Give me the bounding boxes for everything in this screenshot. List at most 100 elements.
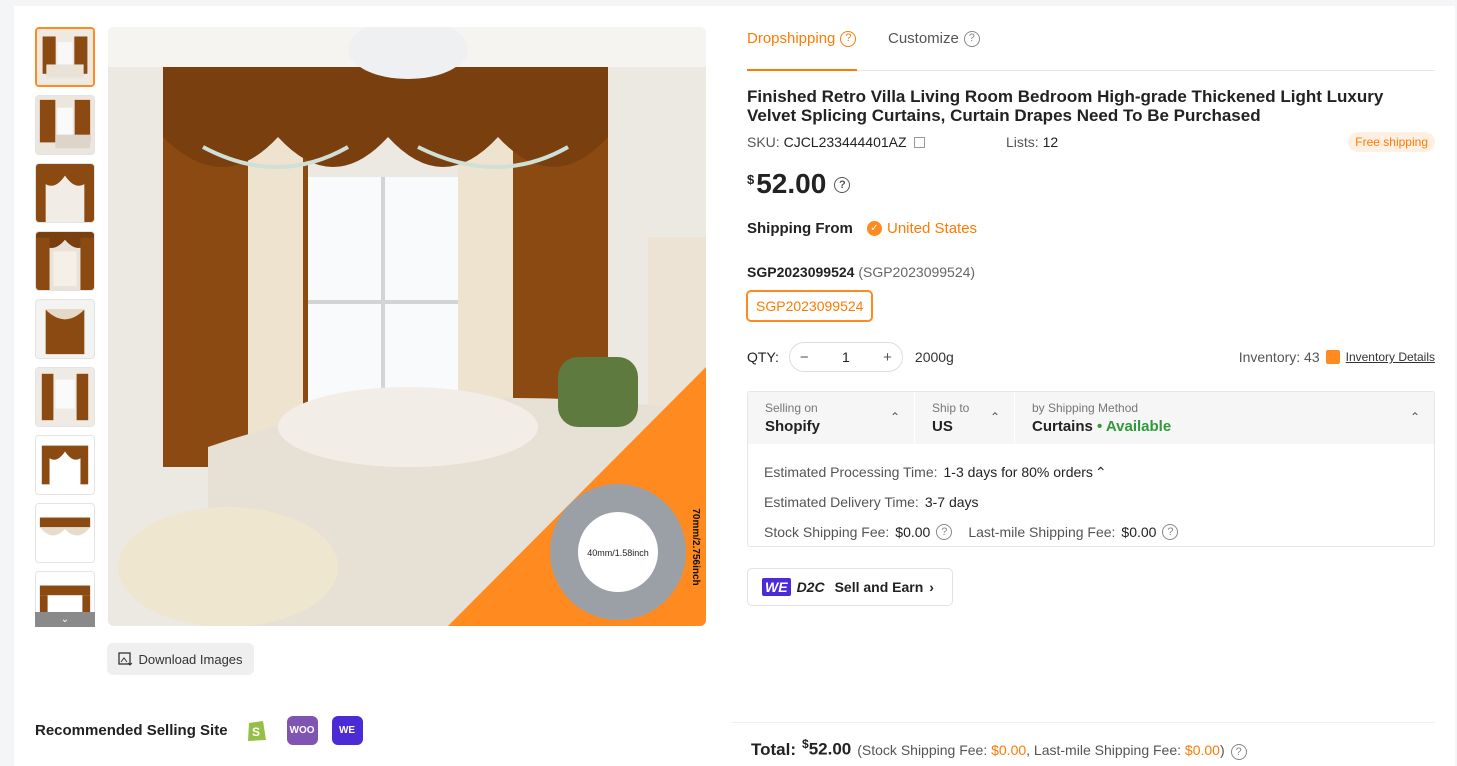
ring-outer-label: 70mm/2.756inch [690,508,701,585]
we-d2c-label: WE [338,724,356,736]
total-label: Total: [751,739,797,759]
variant-name: SGP2023099524 [747,264,855,280]
thumbnail-3[interactable] [35,163,95,223]
thumbnail-5[interactable] [35,299,95,359]
shopify-icon[interactable]: S [241,715,273,745]
chevron-right-icon: › [929,579,934,595]
processing-time-value: 1-3 days for 80% orders [943,464,1093,480]
total-fee-suffix: ) [1219,741,1225,758]
total-fee-mid: , Last-mile Shipping Fee: [1026,741,1182,758]
chevron-down-icon[interactable]: ⌄ [35,612,95,627]
sku-row: SKU: CJCL233444401AZ Lists: 12 Free ship… [747,132,1435,154]
processing-time-label: Estimated Processing Time: [764,464,938,480]
tab-active-indicator [747,69,857,71]
ring-inner-label: 40mm/1.58inch [587,548,649,558]
help-icon[interactable]: ? [936,524,953,540]
we-logo: WE [762,578,791,596]
variant-label: SGP2023099524 (SGP2023099524) [747,264,975,280]
price-currency: $ [747,172,755,187]
delivery-time-value: 3-7 days [924,494,979,510]
thumbnail-1[interactable] [35,27,95,87]
shipping-box: Selling on Shopify ⌃ Ship to US ⌃ by Shi… [747,391,1435,547]
stock-fee-value: $0.00 [895,524,931,540]
lists-value: 12 [1042,134,1059,150]
inventory: Inventory: 43 Inventory Details [1239,349,1435,365]
woocommerce-label: WOO [289,724,315,736]
thumbnail-6[interactable] [35,367,95,427]
weight-value: 2000g [914,349,954,365]
ship-to-select[interactable]: Ship to US ⌃ [915,392,1015,444]
lists-label: Lists: [1006,134,1039,150]
help-icon[interactable]: ? [963,30,980,47]
help-icon[interactable]: ? [1162,524,1179,540]
variant-name-paren: (SGP2023099524) [858,264,976,280]
help-icon[interactable]: ? [840,30,857,47]
download-images-label: Download Images [138,651,243,667]
total-stock-fee: $0.00 [991,741,1027,758]
thumbnail-4[interactable] [35,231,95,291]
chevron-up-icon: ⌃ [889,410,900,424]
tab-bar: Dropshipping ? Customize ? [747,20,1435,71]
decrement-button[interactable]: − [800,349,809,366]
sku-label: SKU: [747,134,780,150]
quantity-row: QTY: − 1 + 2000g Inventory: 43 Inventory… [747,342,1435,372]
we-d2c-icon[interactable]: WE [331,715,363,745]
thumbnail-8[interactable] [35,503,95,563]
last-mile-fee-value: $0.00 [1121,524,1157,540]
chevron-up-icon: ⌃ [1409,410,1420,424]
download-image-icon [118,652,133,666]
chevron-up-icon: ⌃ [989,410,1000,424]
stock-fee-label: Stock Shipping Fee: [764,524,890,540]
price: $ 52.00 ? [747,168,851,200]
shipping-from-value[interactable]: United States [887,220,977,237]
price-value: 52.00 [756,168,827,199]
chevron-up-icon[interactable]: ⌃ [1095,464,1107,481]
free-shipping-badge: Free shipping [1348,132,1435,152]
recommended-sites: Recommended Selling Site S WOO WE [35,715,363,745]
shipping-selectors: Selling on Shopify ⌃ Ship to US ⌃ by Shi… [748,392,1434,444]
sell-and-earn-button[interactable]: WE D2C Sell and Earn › [747,568,953,606]
download-images-button[interactable]: Download Images [107,643,254,675]
product-title: Finished Retro Villa Living Room Bedroom… [747,87,1384,125]
increment-button[interactable]: + [883,349,892,366]
inventory-label: Inventory: 43 [1238,349,1320,365]
inventory-details-link[interactable]: Inventory Details [1346,350,1435,364]
d2c-logo: D2C [796,579,825,595]
price-help-icon[interactable]: ? [834,177,851,193]
check-icon: ✓ [867,221,882,236]
tab-customize-label: Customize [888,30,959,47]
thumbnail-2[interactable] [35,95,95,155]
total-currency: $ [802,737,809,751]
tab-dropshipping[interactable]: Dropshipping ? [747,30,857,47]
shipping-from: Shipping From ✓ United States [747,220,977,237]
box-icon [1325,350,1340,364]
total-row: Total: $52.00 (Stock Shipping Fee: $0.00… [731,722,1435,761]
delivery-time-label: Estimated Delivery Time: [764,494,919,510]
thumbnail-7[interactable] [35,435,95,495]
svg-text:S: S [252,725,260,739]
copy-icon[interactable] [914,137,926,148]
sell-and-earn-label: Sell and Earn [834,579,924,595]
shipping-details: Estimated Processing Time: 1-3 days for … [748,444,1434,560]
tab-customize[interactable]: Customize ? [888,30,980,47]
total-fee-prefix: (Stock Shipping Fee: [857,741,988,758]
help-icon[interactable]: ? [1230,744,1247,761]
recommended-title: Recommended Selling Site [35,721,228,739]
method-label: by Shipping Method [1032,401,1139,415]
selling-on-select[interactable]: Selling on Shopify ⌃ [748,392,915,444]
woocommerce-icon[interactable]: WOO [286,715,318,745]
quantity-stepper: − 1 + [788,342,903,372]
lists-info: Lists: 12 [1006,134,1058,150]
qty-label: QTY: [747,349,779,365]
total-last-mile-fee: $0.00 [1184,741,1220,758]
main-product-image: 40mm/1.58inch 70mm/2.756inch [108,27,706,626]
shipping-method-select[interactable]: by Shipping Method Curtains • Available … [1015,392,1434,444]
method-value: Curtains [1032,418,1093,435]
last-mile-fee-label: Last-mile Shipping Fee: [968,524,1116,540]
thumbnail-strip [35,27,95,627]
variant-option[interactable]: SGP2023099524 [746,290,874,322]
total-amount: 52.00 [808,739,852,759]
quantity-input[interactable]: 1 [842,349,850,365]
shipping-from-label: Shipping From [747,220,853,237]
ship-to-value: US [932,418,953,435]
